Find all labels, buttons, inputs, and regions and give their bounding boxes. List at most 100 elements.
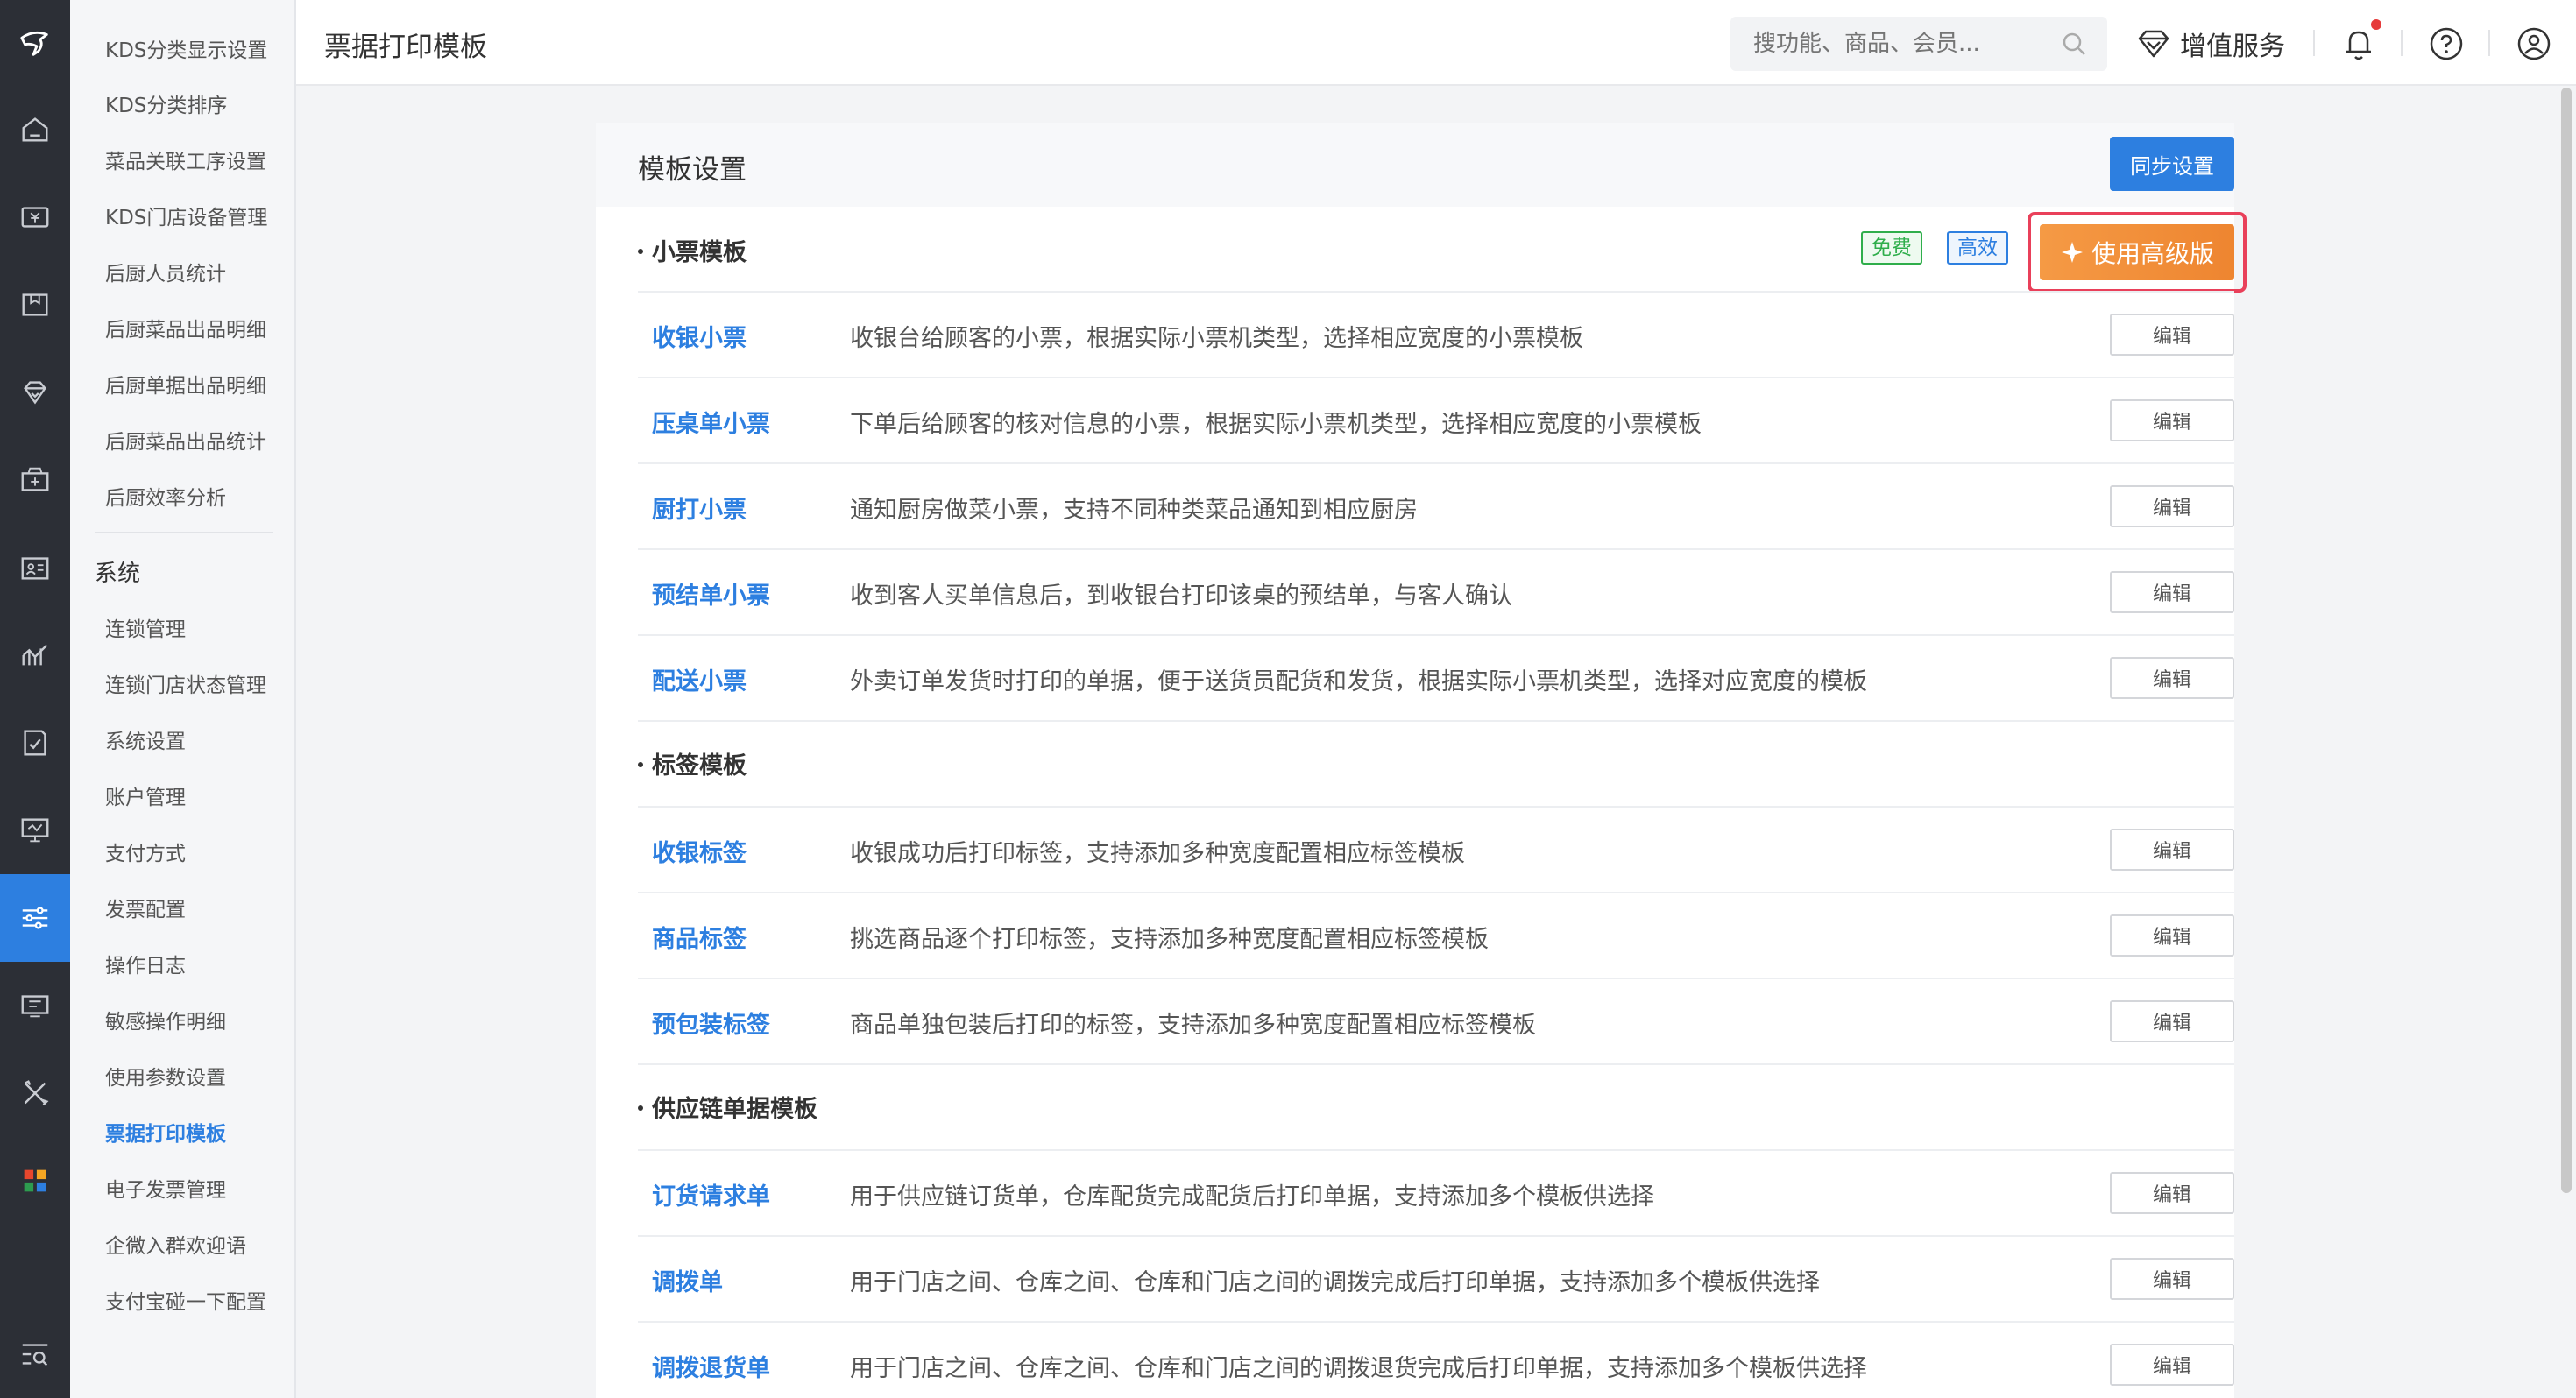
menu-item[interactable]: 敏感操作明细 <box>105 1005 226 1034</box>
bullet-icon <box>638 761 643 767</box>
edit-button[interactable]: 编辑 <box>2110 399 2234 441</box>
menu-item[interactable]: 操作日志 <box>105 949 186 978</box>
home-icon[interactable] <box>0 86 70 173</box>
template-desc: 商品单独包装后打印的标签，支持添加多种宽度配置相应标签模板 <box>850 1012 1536 1039</box>
card-header: 模板设置 同步设置 <box>596 123 2234 207</box>
document-icon[interactable] <box>0 699 70 787</box>
menu-item[interactable]: KDS门店设备管理 <box>105 201 267 230</box>
template-name-link[interactable]: 调拨退货单 <box>652 1349 770 1383</box>
template-row: 收银标签 收银成功后打印标签，支持添加多种宽度配置相应标签模板 编辑 <box>638 806 2234 890</box>
menu-item[interactable]: 支付方式 <box>105 837 186 866</box>
menu-item[interactable]: 电子发票管理 <box>105 1173 226 1203</box>
template-desc: 外卖订单发货时打印的单据，便于送货员配货和发货，根据实际小票机类型，选择对应宽度… <box>850 668 1867 695</box>
header-separator <box>2488 30 2490 56</box>
apps-grid-icon[interactable] <box>0 1137 70 1225</box>
edit-button[interactable]: 编辑 <box>2110 1258 2234 1300</box>
settings-sliders-icon[interactable] <box>0 874 70 962</box>
staff-card-icon[interactable] <box>0 524 70 611</box>
user-account-icon[interactable] <box>2513 23 2555 65</box>
edit-button[interactable]: 编辑 <box>2110 829 2234 871</box>
template-desc: 用于门店之间、仓库之间、仓库和门店之间的调拨退货完成后打印单据，支持添加多个模板… <box>850 1355 1867 1382</box>
scrollbar-thumb[interactable] <box>2561 88 2572 1193</box>
edit-button[interactable]: 编辑 <box>2110 657 2234 699</box>
edit-button[interactable]: 编辑 <box>2110 1344 2234 1386</box>
template-desc: 收到客人买单信息后，到收银台打印该桌的预结单，与客人确认 <box>850 582 1512 610</box>
template-name-link[interactable]: 压桌单小票 <box>652 405 770 439</box>
ticket-icon[interactable] <box>0 962 70 1049</box>
template-name-link[interactable]: 商品标签 <box>652 920 747 954</box>
member-diamond-icon[interactable] <box>0 349 70 436</box>
template-desc: 用于门店之间、仓库之间、仓库和门店之间的调拨完成后打印单据，支持添加多个模板供选… <box>850 1269 1820 1296</box>
menu-item[interactable]: 连锁门店状态管理 <box>105 668 266 698</box>
monitor-icon[interactable] <box>0 787 70 874</box>
cashier-icon[interactable] <box>0 173 70 261</box>
template-name-link[interactable]: 调拨单 <box>652 1263 723 1297</box>
menu-item[interactable]: 菜品关联工序设置 <box>105 145 266 174</box>
section-title: 标签模板 <box>638 746 747 780</box>
template-name-link[interactable]: 收银标签 <box>652 834 747 868</box>
menu-item-active[interactable]: 票据打印模板 <box>105 1117 226 1147</box>
report-chart-icon[interactable] <box>0 611 70 699</box>
edit-button[interactable]: 编辑 <box>2110 314 2234 356</box>
value-added-service-label: 增值服务 <box>2180 32 2285 62</box>
section-title: 小票模板 <box>638 233 747 267</box>
template-name-link[interactable]: 配送小票 <box>652 662 747 696</box>
notification-dot <box>2371 19 2381 30</box>
menu-item[interactable]: 系统设置 <box>105 724 186 754</box>
edit-button[interactable]: 编辑 <box>2110 914 2234 957</box>
menu-search-icon[interactable] <box>0 1310 70 1398</box>
template-desc: 挑选商品逐个打印标签，支持添加多种宽度配置相应标签模板 <box>850 926 1489 953</box>
value-added-service-link[interactable]: 增值服务 <box>2136 18 2285 70</box>
menu-item[interactable]: 后厨人员统计 <box>105 257 226 286</box>
menu-item[interactable]: 后厨菜品出品明细 <box>105 313 266 342</box>
section-title: 供应链单据模板 <box>638 1090 817 1124</box>
menu-item[interactable]: KDS分类显示设置 <box>105 33 267 63</box>
menu-item[interactable]: KDS分类排序 <box>105 88 227 118</box>
edit-button[interactable]: 编辑 <box>2110 1000 2234 1042</box>
template-name-link[interactable]: 收银小票 <box>652 319 747 353</box>
template-row: 订货请求单 用于供应链订货单，仓库配货完成配货后打印单据，支持添加多个模板供选择… <box>638 1149 2234 1233</box>
header-separator <box>2313 30 2315 56</box>
page-title: 票据打印模板 <box>324 32 487 63</box>
menu-item[interactable]: 连锁管理 <box>105 612 186 642</box>
template-desc: 下单后给顾客的核对信息的小票，根据实际小票机类型，选择相应宽度的小票模板 <box>850 411 1702 438</box>
edit-button[interactable]: 编辑 <box>2110 1172 2234 1214</box>
menu-item[interactable]: 发票配置 <box>105 893 186 922</box>
edit-button[interactable]: 编辑 <box>2110 571 2234 613</box>
bullet-icon <box>638 1105 643 1111</box>
menu-item[interactable]: 使用参数设置 <box>105 1061 226 1091</box>
template-desc: 用于供应链订货单，仓库配货完成配货后打印单据，支持添加多个模板供选择 <box>850 1183 1654 1211</box>
template-name-link[interactable]: 订货请求单 <box>652 1177 770 1211</box>
marketing-icon[interactable] <box>0 436 70 524</box>
logo-mark <box>20 31 48 56</box>
menu-item[interactable]: 后厨效率分析 <box>105 481 226 511</box>
menu-item[interactable]: 后厨菜品出品统计 <box>105 425 266 455</box>
template-row: 配送小票 外卖订单发货时打印的单据，便于送货员配货和发货，根据实际小票机类型，选… <box>638 634 2234 718</box>
menu-item[interactable]: 后厨单据出品明细 <box>105 369 266 399</box>
sync-settings-button[interactable]: 同步设置 <box>2110 137 2234 191</box>
template-row: 商品标签 挑选商品逐个打印标签，支持添加多种宽度配置相应标签模板 编辑 <box>638 892 2234 976</box>
help-icon[interactable] <box>2425 23 2467 65</box>
use-advanced-button[interactable]: 使用高级版 <box>2040 224 2234 280</box>
template-name-link[interactable]: 预结单小票 <box>652 576 770 611</box>
menu-item[interactable]: 企微入群欢迎语 <box>105 1229 246 1259</box>
advanced-highlight: 使用高级版 <box>2028 212 2247 293</box>
menu-item[interactable]: 账户管理 <box>105 780 186 810</box>
template-row: 压桌单小票 下单后给顾客的核对信息的小票，根据实际小票机类型，选择相应宽度的小票… <box>638 377 2234 461</box>
search-icon[interactable] <box>2060 30 2088 61</box>
search-input[interactable] <box>1730 17 2046 71</box>
top-header: 票据打印模板 增值服务 <box>296 0 2576 86</box>
goods-icon[interactable] <box>0 261 70 349</box>
brand-logo-icon[interactable] <box>0 0 70 86</box>
edit-button[interactable]: 编辑 <box>2110 485 2234 527</box>
menu-item[interactable]: 支付宝碰一下配置 <box>105 1285 266 1315</box>
template-row: 厨打小票 通知厨房做菜小票，支持不同种类菜品通知到相应厨房 编辑 <box>638 462 2234 547</box>
template-desc: 收银台给顾客的小票，根据实际小票机类型，选择相应宽度的小票模板 <box>850 325 1583 352</box>
secondary-menu: KDS分类显示设置 KDS分类排序 菜品关联工序设置 KDS门店设备管理 后厨人… <box>70 0 296 1398</box>
menu-group-system: 系统 <box>95 561 141 587</box>
template-name-link[interactable]: 预包装标签 <box>652 1006 770 1040</box>
template-name-link[interactable]: 厨打小票 <box>652 491 747 525</box>
tools-icon[interactable] <box>0 1049 70 1137</box>
template-row: 预结单小票 收到客人买单信息后，到收银台打印该桌的预结单，与客人确认 编辑 <box>638 548 2234 632</box>
template-desc: 通知厨房做菜小票，支持不同种类菜品通知到相应厨房 <box>850 497 1418 524</box>
